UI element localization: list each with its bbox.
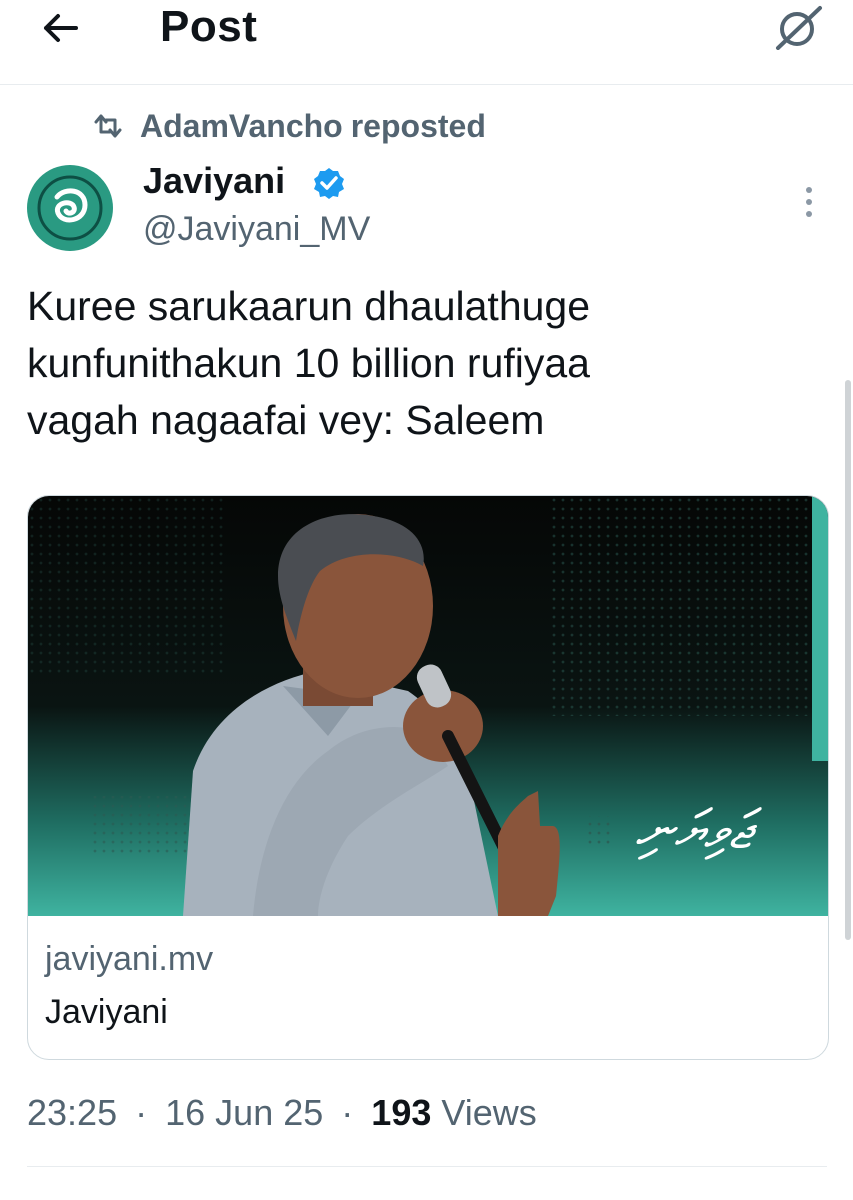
repost-label: reposted — [350, 107, 486, 144]
repost-indicator: AdamVancho reposted — [92, 106, 486, 146]
views-label: Views — [441, 1092, 537, 1133]
more-options-button[interactable] — [792, 182, 826, 222]
card-domain: javiyani.mv — [45, 940, 214, 978]
more-vertical-icon — [806, 187, 812, 217]
repost-username[interactable]: AdamVancho — [140, 108, 343, 145]
separator-dot: · — [135, 1092, 148, 1133]
post-date[interactable]: 16 Jun 25 — [165, 1092, 323, 1133]
post-metadata: 23:25 · 16 Jun 25 · 193 Views — [27, 1092, 537, 1134]
javiyani-logo-icon — [30, 168, 110, 248]
post-time[interactable]: 23:25 — [27, 1092, 117, 1133]
card-image-logo: ޖަވިޔަނި — [635, 798, 763, 861]
grok-button[interactable] — [772, 4, 826, 50]
link-preview-card[interactable]: ޖަވިޔަނި javiyani.mv Javiyani — [27, 495, 829, 1060]
author-name[interactable]: Javiyani — [143, 160, 285, 202]
top-bar: Post — [0, 0, 853, 85]
verified-badge-icon — [314, 168, 344, 199]
page-title: Post — [160, 2, 258, 51]
avatar[interactable] — [27, 165, 113, 251]
arrow-left-icon — [44, 14, 78, 42]
card-title: Javiyani — [45, 993, 168, 1031]
scrollbar[interactable] — [845, 380, 851, 940]
separator-dot: · — [341, 1092, 354, 1133]
grok-icon — [776, 6, 822, 50]
tweet-text: Kuree sarukaarun dhaulathuge kunfunithak… — [27, 283, 591, 443]
back-button[interactable] — [36, 8, 92, 48]
repost-icon — [94, 114, 122, 138]
divider — [27, 1166, 827, 1167]
card-image: ޖަވިޔަނި — [28, 496, 828, 916]
author-handle[interactable]: @Javiyani_MV — [143, 210, 370, 249]
views-count: 193 — [371, 1092, 432, 1133]
